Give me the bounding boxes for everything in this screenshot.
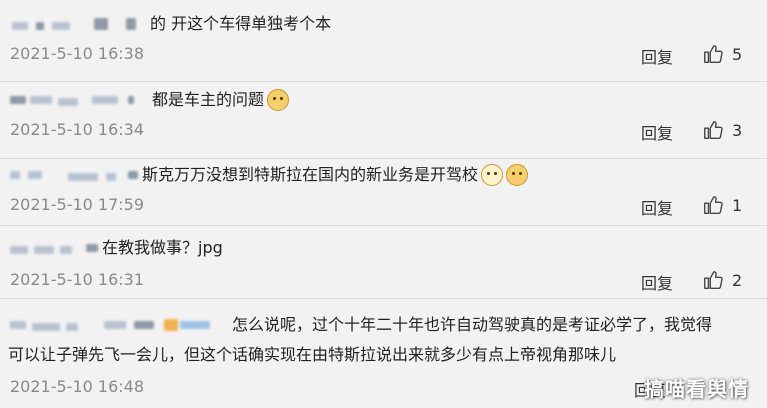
username-blurred[interactable] xyxy=(8,236,100,260)
comment-text: 斯克万万没想到特斯拉在国内的新业务是开驾校 xyxy=(142,165,479,184)
username-blurred[interactable] xyxy=(8,163,140,187)
comment-item: 在教我做事？jpg 2021-5-10 16:31 回复 2 xyxy=(0,226,767,299)
like-count: 3 xyxy=(732,120,743,140)
comment-time: 2021-5-10 16:48 xyxy=(10,377,144,396)
like-button[interactable]: 2 xyxy=(702,269,742,291)
comment-text: 怎么说呢，过个十年二十年也许自动驾驶真的是考证必学了，我觉得 xyxy=(232,315,713,334)
like-button[interactable]: 5 xyxy=(702,43,742,65)
thumbs-up-icon xyxy=(704,121,723,139)
username-blurred[interactable] xyxy=(8,12,148,36)
doge-emoji-icon xyxy=(506,164,529,186)
comment-item: 的 开这个车得单独考个本 2021-5-10 16:38 回复 5 xyxy=(0,0,767,82)
comment-text-continued: 可以让子弹先飞一会儿，但这个话确实现在由特斯拉说出来就多少有点上帝视角那味儿 xyxy=(8,345,617,364)
like-button[interactable]: 3 xyxy=(702,119,742,141)
username-blurred[interactable] xyxy=(8,88,150,112)
reply-button[interactable]: 回复 xyxy=(641,270,673,294)
like-button[interactable]: 1 xyxy=(702,194,742,216)
comment-time: 2021-5-10 16:31 xyxy=(10,270,144,289)
thumbs-up-icon xyxy=(704,271,723,289)
doge-emoji-icon xyxy=(267,89,290,111)
comment-text: 的 开这个车得单独考个本 xyxy=(150,14,332,33)
username-blurred[interactable] xyxy=(8,313,230,337)
comment-text: 在教我做事？jpg xyxy=(102,238,223,257)
thumbs-up-icon xyxy=(704,196,723,214)
reply-button[interactable]: 回复 xyxy=(641,195,673,219)
comment-time: 2021-5-10 16:34 xyxy=(10,120,144,139)
thumbs-up-icon xyxy=(704,45,723,63)
comment-text: 都是车主的问题 xyxy=(152,90,265,109)
comment-item: 斯克万万没想到特斯拉在国内的新业务是开驾校 2021-5-10 17:59 回复… xyxy=(0,159,767,226)
reply-button[interactable]: 回复 xyxy=(641,44,673,68)
like-count: 5 xyxy=(732,44,743,64)
glasses-emoji-icon xyxy=(481,164,504,186)
watermark: 搞喵看舆情 xyxy=(644,377,749,401)
reply-button[interactable]: 回复 xyxy=(641,120,673,144)
comment-item: 都是车主的问题 2021-5-10 16:34 回复 3 xyxy=(0,82,767,159)
like-count: 2 xyxy=(732,270,743,290)
comment-time: 2021-5-10 17:59 xyxy=(10,195,144,214)
comment-time: 2021-5-10 16:38 xyxy=(10,44,144,63)
like-count: 1 xyxy=(732,195,743,215)
